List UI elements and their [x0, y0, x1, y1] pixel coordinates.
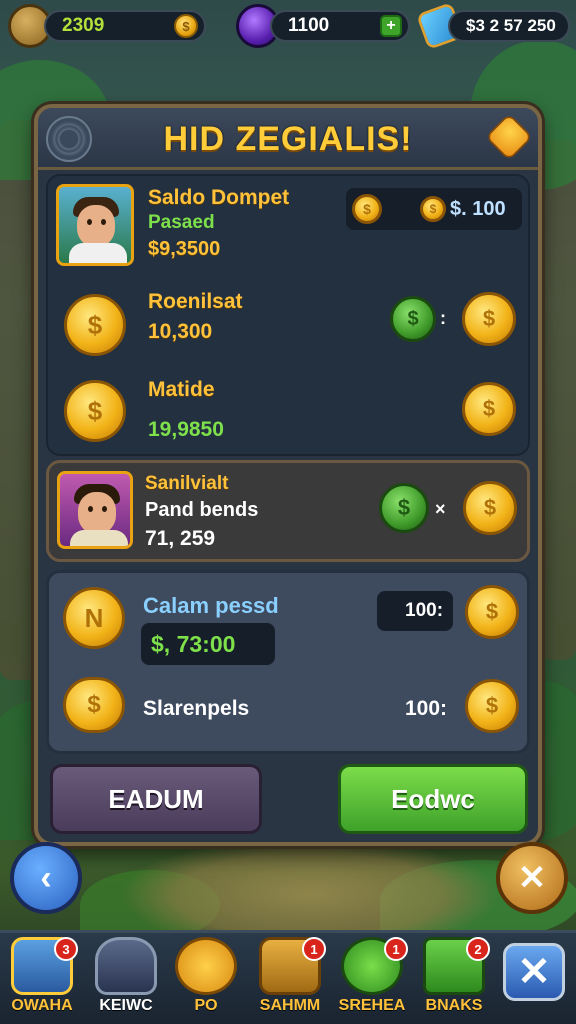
close-x-icon: ✕: [503, 943, 565, 1001]
tab-bnaks[interactable]: BNAKS 2: [414, 937, 494, 1021]
tab-sahmm[interactable]: SAHMM 1: [250, 937, 330, 1021]
row-title: Calam pessd: [143, 593, 279, 618]
cash-value: $3 2 57 250: [466, 16, 556, 35]
dialog-header: HID ZEGIALIS!: [38, 108, 538, 170]
gem-value: 1100: [288, 15, 330, 36]
coin-stack-icon: $: [63, 677, 125, 733]
value-box: $, 73:00: [141, 623, 275, 665]
resource-bar: 2309 $ 1100 + $3 2 57 250: [0, 0, 576, 52]
gold-value: 2309: [62, 15, 105, 36]
balance-section: Saldo Dompet Pasaed $9,3500 $ $ $. 100 $…: [46, 174, 530, 456]
row-title: Slarenpels: [143, 697, 250, 720]
row-value: 10,300: [148, 320, 213, 343]
row-value: $, 73:00: [151, 631, 236, 657]
gold-coin-icon: $: [64, 294, 126, 356]
gold-coin-icon: $: [64, 380, 126, 442]
tab-label: PO: [194, 997, 218, 1014]
tab-owaha[interactable]: OWAHA 3: [2, 937, 82, 1021]
back-arrow-icon[interactable]: ‹: [10, 842, 82, 914]
balance-box-value: $. 100: [450, 198, 506, 220]
notification-badge: 1: [302, 937, 326, 961]
tab-label: KEIWC: [99, 997, 153, 1014]
currency-section: N Calam pessd $, 73:00 100: $ $ Slarenpe…: [46, 570, 530, 754]
tab-label: SREHEA: [338, 997, 406, 1014]
row-value: 71, 259: [145, 527, 216, 550]
multiply-sign: :: [440, 308, 446, 328]
tab-srehea[interactable]: SREHEA 1: [332, 937, 412, 1021]
rewards-dialog: HID ZEGIALIS! Saldo Dompet Pasaed $9,350…: [34, 104, 542, 846]
balance-box: $ $ $. 100: [346, 188, 522, 230]
gold-coin-icon: $: [420, 196, 446, 222]
row-title: Matide: [148, 378, 215, 401]
tab-label: SAHMM: [259, 997, 321, 1014]
tab-keiwc[interactable]: KEIWC: [86, 937, 166, 1021]
highlight-row: Sanilvialt Pand bends 71, 259 $ × $: [46, 460, 530, 562]
close-menu-button[interactable]: ✕: [494, 937, 574, 1021]
left-action-button[interactable]: EADUM: [50, 764, 262, 834]
amount-value: 100:: [405, 600, 444, 621]
dialog-title: HID ZEGIALIS!: [163, 120, 413, 158]
gold-coin-icon: $: [352, 194, 382, 224]
notification-badge: 2: [466, 937, 490, 961]
tab-label: BNAKS: [425, 997, 483, 1014]
gold-coin-icon[interactable]: $: [463, 481, 517, 535]
row-subtitle: Pasaed: [148, 212, 215, 233]
avatar: [56, 184, 134, 266]
tree-trunk-right: [540, 140, 576, 660]
green-coin-icon: $: [390, 296, 436, 342]
amount-box: 100:: [377, 591, 453, 631]
row-value: $9,3500: [148, 238, 221, 260]
gold-counter: 2309 $: [44, 10, 206, 42]
gold-coin-icon[interactable]: $: [465, 679, 519, 733]
notification-badge: 1: [384, 937, 408, 961]
gem-counter: 1100 +: [270, 10, 410, 42]
green-coin-icon: $: [379, 483, 429, 533]
row-title: Sanilvialt: [145, 473, 229, 494]
avatar: [57, 471, 133, 549]
gold-coin-icon[interactable]: $: [465, 585, 519, 639]
row-subtitle: Pand bends: [145, 499, 259, 521]
gold-coin-icon[interactable]: $: [462, 382, 516, 436]
row-value: 19,9850: [148, 418, 224, 441]
row-title: Saldo Dompet: [148, 186, 290, 209]
gold-coin-icon[interactable]: $: [462, 292, 516, 346]
gold-coin-icon: $: [174, 14, 198, 38]
plus-icon[interactable]: +: [380, 15, 402, 37]
row-value: 100:: [405, 697, 448, 720]
right-action-button[interactable]: Eodwc: [338, 764, 528, 834]
multiply-sign: ×: [435, 499, 446, 519]
cash-counter: $3 2 57 250: [448, 10, 570, 42]
row-title: Roenilsat: [148, 290, 243, 313]
tab-po[interactable]: PO: [166, 937, 246, 1021]
character-icon: [95, 937, 157, 995]
close-x-icon[interactable]: ✕: [496, 842, 568, 914]
tab-label: OWAHA: [11, 997, 73, 1014]
hammer-icon: [175, 937, 237, 995]
bottom-nav: OWAHA 3 KEIWC PO SAHMM 1 SREHEA 1 BNAKS …: [0, 930, 576, 1024]
gold-coin-icon: N: [63, 587, 125, 649]
notification-badge: 3: [54, 937, 78, 961]
